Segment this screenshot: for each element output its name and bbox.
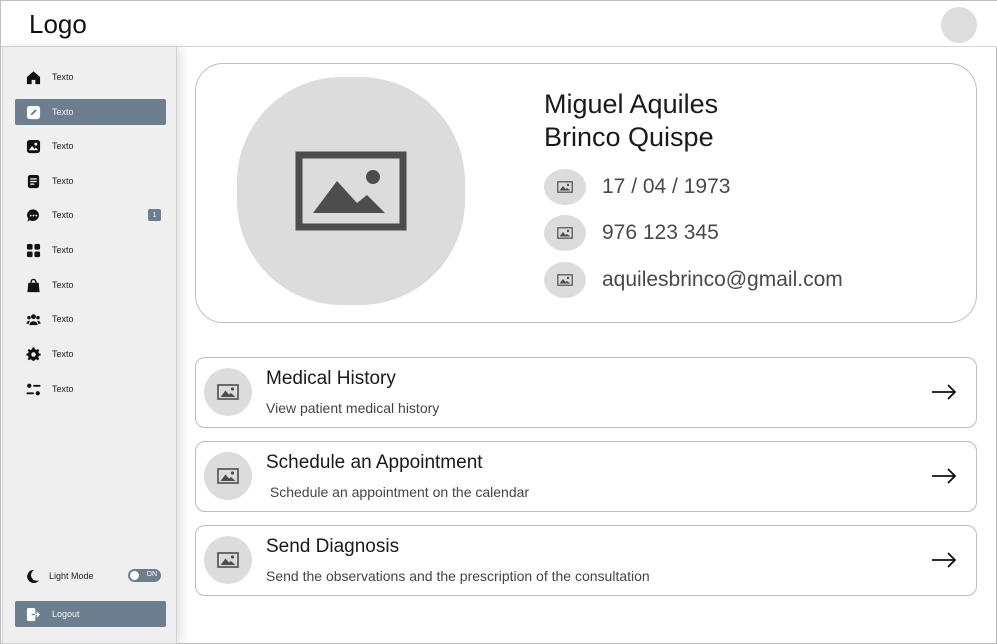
top-bar: Logo [1, 1, 997, 47]
sidebar-item-label: Texto [52, 176, 74, 186]
image-icon [204, 368, 252, 416]
image-icon [25, 138, 41, 154]
chat-icon [25, 207, 41, 223]
logout-button[interactable]: Logout [15, 601, 166, 627]
sidebar-item-label: Texto [52, 72, 74, 82]
image-icon [544, 169, 586, 205]
bag-icon [25, 277, 41, 293]
birth-date: 17 / 04 / 1973 [602, 175, 731, 198]
document-icon [25, 173, 41, 189]
email-address: aquilesbrinco@gmail.com [602, 268, 843, 291]
arrow-right-icon[interactable] [930, 378, 958, 406]
sidebar-item-settings[interactable]: Texto [15, 341, 166, 367]
grid-icon [25, 242, 41, 258]
sidebar-item-filters[interactable]: Texto [15, 376, 166, 402]
app-frame: Logo Texto Texto Texto Texto Texto 1 Tex… [0, 0, 997, 644]
sidebar-item-label: Texto [52, 314, 74, 324]
gear-icon [25, 346, 41, 362]
sidebar-item-label: Texto [52, 384, 74, 394]
logout-label: Logout [52, 609, 80, 619]
toggle-state: ON [146, 571, 158, 578]
toggle-knob [130, 571, 139, 580]
phone-row: 976 123 345 [544, 215, 719, 251]
light-mode-label: Light Mode [49, 571, 94, 581]
filters-icon [25, 381, 41, 397]
logout-icon [25, 606, 41, 622]
patient-photo[interactable] [237, 77, 465, 305]
arrow-right-icon[interactable] [930, 462, 958, 490]
sidebar-item-label: Texto [52, 245, 74, 255]
schedule-appointment-card[interactable]: Schedule an Appointment Schedule an appo… [195, 441, 977, 512]
sidebar-item-label: Texto [52, 349, 74, 359]
image-icon [204, 452, 252, 500]
birth-date-row: 17 / 04 / 1973 [544, 169, 730, 205]
sidebar-item-label: Texto [52, 141, 74, 151]
image-placeholder-icon [295, 151, 407, 231]
patient-name: Miguel Aquiles Brinco Quispe [544, 88, 718, 154]
action-subtitle: Schedule an appointment on the calendar [266, 484, 530, 500]
moon-icon [24, 568, 40, 584]
image-icon [544, 215, 586, 251]
image-icon [544, 262, 586, 298]
sidebar-item-label: Texto [52, 210, 74, 220]
sidebar: Texto Texto Texto Texto Texto 1 Texto Te… [2, 47, 177, 644]
sidebar-item-bag[interactable]: Texto [15, 272, 166, 298]
image-icon [204, 536, 252, 584]
action-subtitle: View patient medical history [266, 400, 440, 416]
user-avatar[interactable] [941, 7, 977, 43]
notification-badge: 1 [148, 209, 161, 221]
email-row: aquilesbrinco@gmail.com [544, 262, 843, 298]
users-icon [25, 311, 41, 327]
medical-history-card[interactable]: Medical History View patient medical his… [195, 357, 977, 428]
sidebar-item-label: Texto [52, 107, 74, 117]
action-title: Send Diagnosis [266, 536, 400, 557]
logo[interactable]: Logo [29, 9, 87, 40]
home-icon [25, 69, 41, 85]
sidebar-item-home[interactable]: Texto [15, 64, 166, 90]
sidebar-item-document[interactable]: Texto [15, 168, 166, 194]
patient-profile-card: Miguel Aquiles Brinco Quispe 17 / 04 / 1… [195, 63, 977, 323]
action-title: Medical History [266, 368, 396, 389]
edit-icon [25, 104, 41, 120]
sidebar-item-image[interactable]: Texto [15, 133, 166, 159]
light-mode-toggle[interactable]: ON [128, 569, 161, 582]
light-mode-row: Light Mode ON [15, 565, 166, 587]
phone-number: 976 123 345 [602, 221, 719, 244]
sidebar-item-chat[interactable]: Texto 1 [15, 202, 166, 228]
sidebar-item-edit[interactable]: Texto [15, 99, 166, 125]
action-subtitle: Send the observations and the prescripti… [266, 568, 650, 584]
sidebar-item-users[interactable]: Texto [15, 306, 166, 332]
action-title: Schedule an Appointment [266, 452, 483, 473]
patient-last-names: Brinco Quispe [544, 122, 714, 152]
arrow-right-icon[interactable] [930, 546, 958, 574]
sidebar-item-grid[interactable]: Texto [15, 237, 166, 263]
patient-first-names: Miguel Aquiles [544, 89, 719, 119]
sidebar-item-label: Texto [52, 280, 74, 290]
send-diagnosis-card[interactable]: Send Diagnosis Send the observations and… [195, 525, 977, 596]
